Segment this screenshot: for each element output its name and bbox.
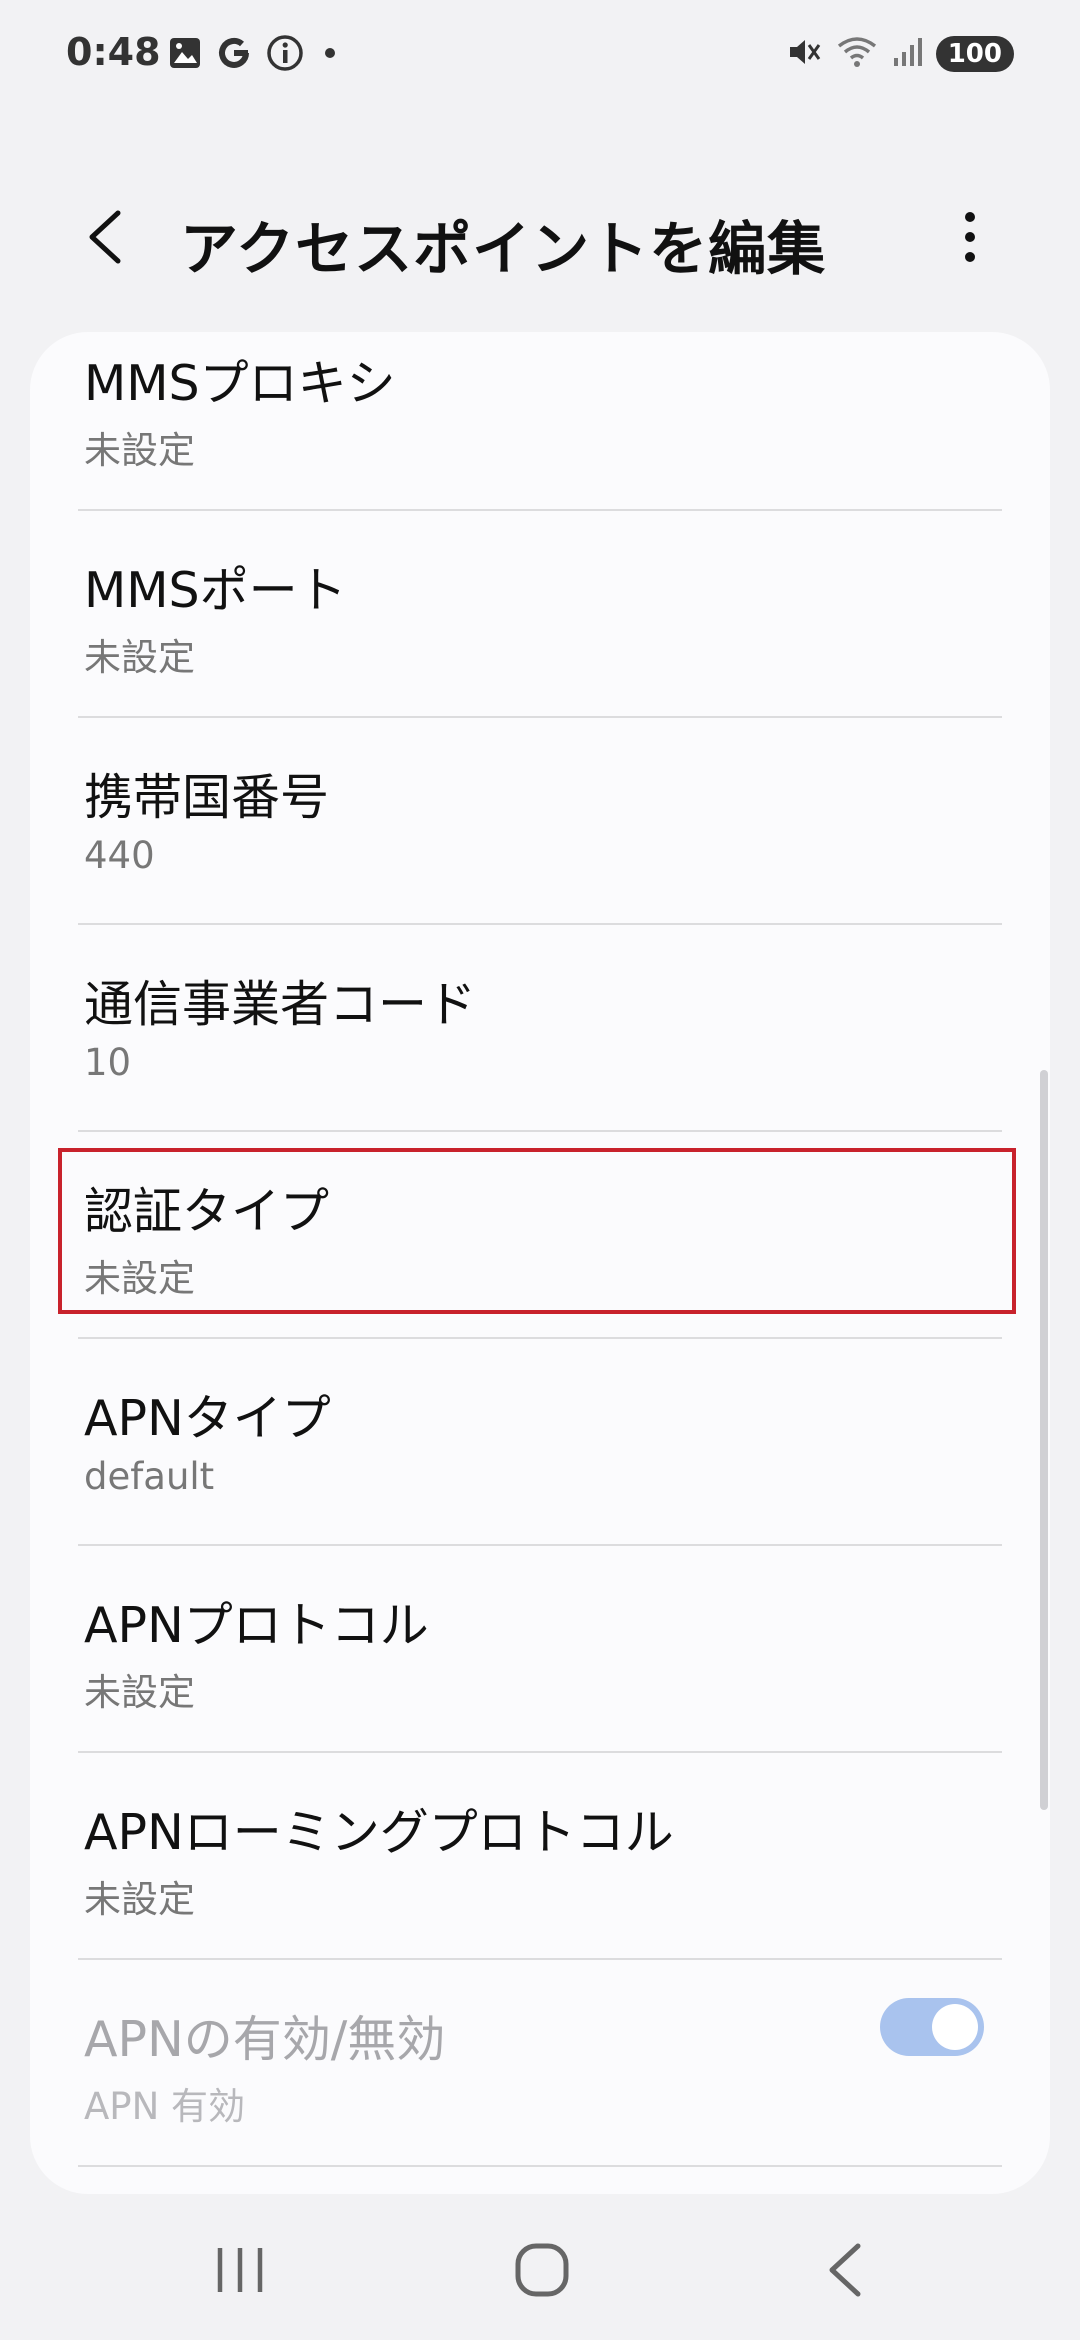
divider: [78, 923, 1002, 925]
setting-title: MMSプロキシ: [84, 355, 396, 412]
wifi-icon: [836, 34, 878, 74]
divider: [78, 1130, 1002, 1132]
setting-mnc[interactable]: 通信事業者コード 10: [30, 929, 1050, 1135]
image-icon: [168, 36, 202, 74]
recent-apps-icon: [217, 2248, 263, 2292]
settings-card: MMSプロキシ 未設定 MMSポート 未設定 携帯国番号 440 通信事業者コー…: [30, 332, 1050, 2194]
divider: [78, 2165, 1002, 2167]
home-icon: [515, 2243, 569, 2297]
chevron-left-icon: [89, 210, 121, 264]
setting-value: 未設定: [84, 1878, 195, 1921]
divider: [78, 1751, 1002, 1753]
setting-value: 440: [84, 834, 155, 877]
google-g-icon: [216, 35, 252, 75]
setting-apn-protocol[interactable]: APNプロトコル 未設定: [30, 1550, 1050, 1756]
mute-icon: [786, 34, 822, 74]
divider: [78, 509, 1002, 511]
back-button[interactable]: [70, 202, 140, 272]
scrollbar[interactable]: [1040, 1070, 1048, 1810]
setting-value: 未設定: [84, 429, 195, 472]
setting-title: 通信事業者コード: [84, 976, 477, 1033]
divider: [78, 716, 1002, 718]
battery-badge: 100: [935, 36, 1014, 72]
setting-value: 未設定: [84, 636, 195, 679]
setting-title: MMSポート: [84, 562, 347, 619]
recent-apps-button[interactable]: [185, 2230, 295, 2310]
setting-title: APNの有効/無効: [84, 2011, 446, 2068]
status-icons-left: [168, 34, 342, 76]
setting-title: APNローミングプロトコル: [84, 1804, 674, 1861]
status-bar: 0:48 100: [0, 0, 1080, 110]
setting-title: APNプロトコル: [84, 1597, 429, 1654]
setting-title: APNタイプ: [84, 1390, 331, 1447]
more-options-button[interactable]: [940, 202, 1000, 272]
nav-back-button[interactable]: [790, 2230, 900, 2310]
divider: [78, 1337, 1002, 1339]
nav-back-icon: [829, 2243, 861, 2297]
dot-icon: [318, 41, 342, 69]
setting-apn-enable[interactable]: APNの有効/無効 APN 有効: [30, 1964, 1050, 2170]
setting-value: APN 有効: [84, 2085, 246, 2128]
apn-enable-toggle[interactable]: [880, 1998, 984, 2056]
setting-mms-port[interactable]: MMSポート 未設定: [30, 515, 1050, 721]
page-title: アクセスポイントを編集: [180, 215, 827, 283]
setting-title: 携帯国番号: [84, 769, 330, 826]
divider: [78, 1544, 1002, 1546]
setting-apn-roaming-protocol[interactable]: APNローミングプロトコル 未設定: [30, 1757, 1050, 1963]
info-icon: [266, 34, 304, 76]
toggle-knob: [932, 2004, 978, 2050]
status-icons-right: 100: [786, 34, 1014, 74]
setting-value: default: [84, 1455, 215, 1498]
status-time: 0:48: [66, 30, 161, 74]
more-vert-icon: [965, 212, 975, 262]
divider: [78, 1958, 1002, 1960]
highlight-box: [58, 1148, 1016, 1314]
setting-apn-type[interactable]: APNタイプ default: [30, 1343, 1050, 1549]
home-button[interactable]: [487, 2230, 597, 2310]
app-bar: アクセスポイントを編集: [0, 180, 1080, 290]
setting-mms-proxy[interactable]: MMSプロキシ 未設定: [30, 332, 1050, 514]
navigation-bar: [0, 2200, 1080, 2340]
setting-mcc[interactable]: 携帯国番号 440: [30, 722, 1050, 928]
setting-value: 未設定: [84, 1671, 195, 1714]
signal-icon: [892, 36, 922, 72]
setting-value: 10: [84, 1041, 132, 1084]
